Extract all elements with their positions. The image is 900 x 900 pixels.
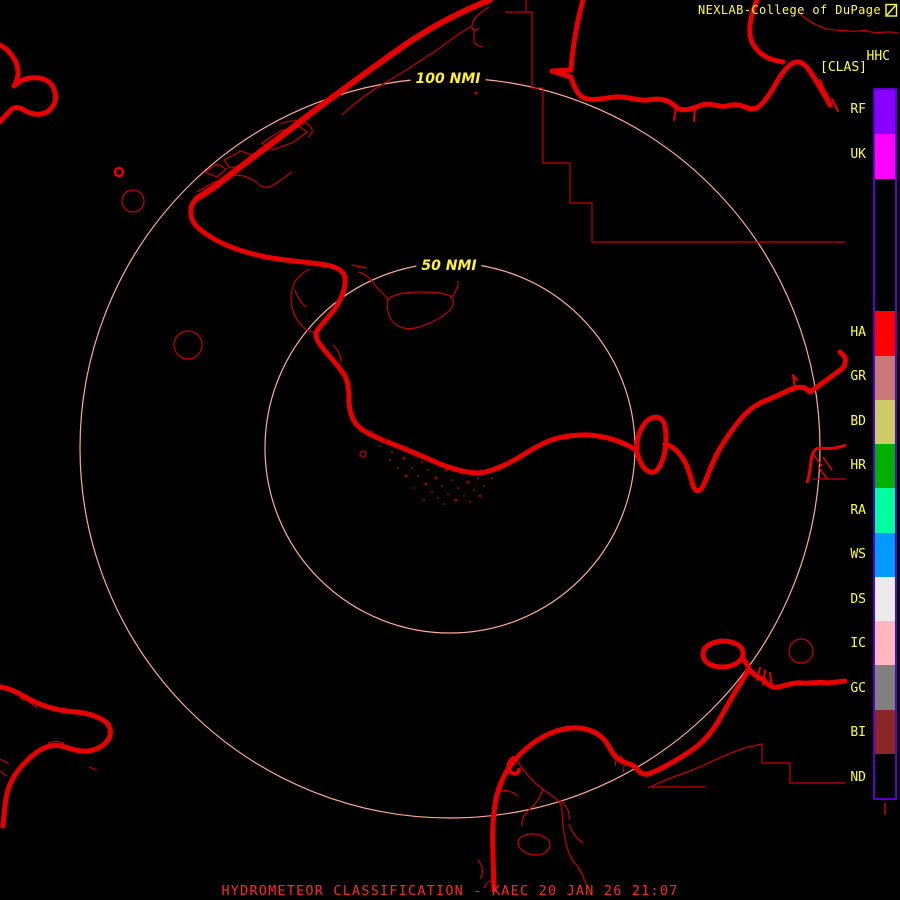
range-label-50nmi: 50 NMI (416, 258, 482, 274)
legend-swatch-BI (875, 709, 895, 754)
legend-swatch-BD (875, 399, 895, 444)
legend-swatch-GR (875, 355, 895, 400)
radar-display: NEXLAB-College of DuPage HHC [CLAS] 100 … (0, 0, 900, 900)
coastline-thick-layer (0, 0, 848, 893)
lagoon-outline (290, 268, 322, 333)
border-path (505, 0, 845, 243)
lake-ring-southeast (700, 638, 752, 671)
coast-spur (673, 79, 839, 122)
legend-swatch-GC (875, 665, 895, 710)
county-border-lines (505, 0, 846, 789)
legend-swatch-RA (875, 488, 895, 533)
lake-circle (788, 638, 814, 664)
legend-label-RA: RA (850, 502, 866, 518)
legend-swatch-DS (875, 576, 895, 621)
river-thin (559, 799, 584, 844)
lake-circle (173, 330, 203, 360)
legend-label-BI: BI (850, 725, 866, 741)
legend-swatch-gap4 (875, 267, 895, 312)
coast-main-east (662, 349, 848, 494)
legend-label-ND: ND (850, 769, 866, 785)
legend-swatch-IC (875, 621, 895, 666)
coast-arc-northwest (193, 0, 493, 202)
product-caption: HYDROMETEOR CLASSIFICATION - KAEC 20 JAN… (221, 883, 679, 899)
legend-label-UK: UK (850, 146, 866, 162)
legend-swatch-HR (875, 444, 895, 489)
legend-label-HR: HR (850, 458, 866, 474)
coastline-thin-layer (0, 6, 899, 889)
coast-southwest (0, 684, 113, 829)
legend-swatch-gap2 (875, 178, 895, 223)
border-path (647, 743, 845, 789)
legend-label-IC: IC (850, 636, 866, 652)
range-ring-100nmi (79, 77, 821, 819)
coast-thin (341, 6, 490, 116)
product-class-label: [CLAS] (820, 60, 867, 75)
river-path (813, 454, 833, 480)
legend-label-GR: GR (850, 369, 866, 385)
river-thin (515, 758, 589, 889)
legend-bar (873, 88, 897, 800)
legend-swatch-HA (875, 311, 895, 356)
lake-circle (121, 189, 145, 213)
legend-swatch-gap3 (875, 222, 895, 267)
legend-swatch-WS (875, 532, 895, 577)
lake-outline (351, 264, 459, 330)
header: NEXLAB-College of DuPage (698, 3, 898, 17)
lake-circle (359, 450, 367, 458)
coast-dot (474, 91, 478, 95)
river-fork (805, 443, 847, 484)
site-title: NEXLAB-College of DuPage (698, 3, 881, 17)
legend-label-RF: RF (850, 102, 866, 118)
coast-main (188, 196, 640, 476)
legend-swatch-UK (875, 134, 895, 179)
river-thin (497, 790, 519, 797)
range-ring-50nmi (264, 262, 636, 634)
legend-swatch-RF (875, 90, 895, 135)
legend-label-BD: BD (850, 413, 866, 429)
product-code-label: HHC (866, 49, 890, 64)
legend-label-WS: WS (850, 547, 866, 563)
coast-northwest-blob (0, 42, 59, 125)
legend-label-GC: GC (850, 680, 866, 696)
river-thin (517, 833, 551, 856)
range-label-100nmi: 100 NMI (410, 71, 486, 87)
legend-swatch-ND (875, 753, 895, 798)
legend-label-DS: DS (850, 591, 866, 607)
radar-map-canvas (0, 0, 899, 893)
range-rings (79, 77, 821, 819)
small-lake-circle (113, 166, 125, 178)
annotation-box-icon (885, 3, 898, 17)
coast-island-loop (634, 414, 669, 475)
legend-label-HA: HA (850, 324, 866, 340)
island-outline (203, 163, 228, 178)
